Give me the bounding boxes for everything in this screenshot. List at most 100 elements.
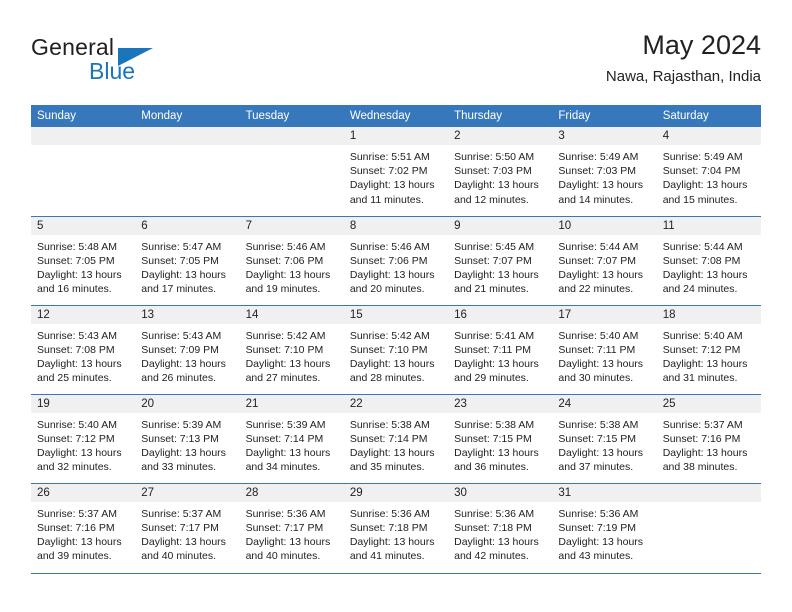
sunset-text: Sunset: 7:15 PM: [558, 432, 637, 445]
page-title: May 2024: [642, 30, 761, 60]
sunrise-text: Sunrise: 5:37 AM: [37, 507, 117, 520]
day-cell-content: 2 Sunrise: 5:50 AM Sunset: 7:03 PM Daylight…: [448, 127, 553, 216]
calendar-day-cell[interactable]: 4 Sunrise: 5:49 AM Sunset: 7:04 PM Daylight…: [656, 127, 761, 216]
day-number: 11: [656, 216, 761, 235]
day-sun-info: Sunrise: 5:41 AM Sunset: 7:11 PM Daylight:…: [448, 324, 552, 386]
sunset-text: Sunset: 7:16 PM: [37, 521, 115, 534]
day-cell-content: 7 Sunrise: 5:46 AM Sunset: 7:06 PM Daylight…: [239, 216, 344, 305]
calendar-day-cell[interactable]: 2 Sunrise: 5:50 AM Sunset: 7:03 PM Daylight…: [448, 127, 553, 216]
daylight-text-line1: Daylight: 13 hours: [245, 268, 331, 281]
daylight-text-line1: Daylight: 13 hours: [349, 535, 435, 548]
page-subtitle: Nawa, Rajasthan, India: [605, 68, 761, 85]
calendar-day-cell[interactable]: 8 Sunrise: 5:46 AM Sunset: 7:06 PM Daylight…: [343, 215, 449, 305]
sunset-text: Sunset: 7:15 PM: [454, 432, 532, 445]
daylight-text-line1: Daylight: 13 hours: [454, 357, 539, 370]
sunrise-text: Sunrise: 5:42 AM: [245, 329, 326, 342]
day-number: 9: [448, 216, 553, 235]
day-cell-content: 22 Sunrise: 5:38 AM Sunset: 7:14 PM Dayligh…: [343, 394, 449, 483]
calendar-day-cell[interactable]: 22 Sunrise: 5:38 AM Sunset: 7:14 PM Dayligh…: [343, 393, 449, 483]
day-number: 8: [343, 216, 449, 235]
daylight-text-line1: Daylight: 13 hours: [141, 268, 226, 281]
day-number: [135, 127, 240, 145]
sunset-text: Sunset: 7:03 PM: [454, 165, 532, 178]
calendar-day-cell[interactable]: 13 Sunrise: 5:43 AM Sunset: 7:09 PM Dayligh…: [135, 304, 240, 394]
calendar-day-cell[interactable]: 19 Sunrise: 5:40 AM Sunset: 7:12 PM Dayligh…: [31, 393, 136, 483]
daylight-text-line2: and 15 minutes.: [662, 193, 738, 206]
sunrise-text: Sunrise: 5:49 AM: [558, 151, 639, 163]
calendar-day-cell[interactable]: 6 Sunrise: 5:47 AM Sunset: 7:05 PM Daylight…: [135, 215, 240, 305]
daylight-text-line2: and 42 minutes.: [454, 550, 529, 563]
generalblue-logo[interactable]: General Blue: [31, 34, 231, 86]
day-cell-content: 18 Sunrise: 5:40 AM Sunset: 7:12 PM Dayligh…: [656, 305, 761, 394]
daylight-text-line1: Daylight: 13 hours: [141, 535, 226, 548]
sunrise-text: Sunrise: 5:45 AM: [454, 240, 535, 253]
sunset-text: Sunset: 7:11 PM: [558, 343, 636, 356]
calendar-day-cell[interactable]: 3 Sunrise: 5:49 AM Sunset: 7:03 PM Daylight…: [552, 127, 657, 216]
title-block: May 2024 Nawa, Rajasthan, India: [606, 28, 761, 88]
calendar-grid: Sunday Monday Tuesday Wednesday Thursday…: [31, 105, 761, 572]
calendar-day-cell[interactable]: 30 Sunrise: 5:36 AM Sunset: 7:18 PM Dayligh…: [448, 482, 553, 572]
day-cell-content: 3 Sunrise: 5:49 AM Sunset: 7:03 PM Daylight…: [552, 127, 657, 216]
calendar-day-cell[interactable]: 21 Sunrise: 5:39 AM Sunset: 7:14 PM Dayligh…: [239, 393, 344, 483]
calendar-day-cell[interactable]: 23 Sunrise: 5:38 AM Sunset: 7:15 PM Dayligh…: [448, 393, 553, 483]
calendar-day-cell[interactable]: 27 Sunrise: 5:37 AM Sunset: 7:17 PM Dayligh…: [135, 482, 240, 573]
daylight-text-line1: Daylight: 13 hours: [662, 357, 748, 370]
sunrise-text: Sunrise: 5:44 AM: [558, 240, 639, 253]
daylight-text-line2: and 31 minutes.: [662, 372, 738, 385]
sunrise-text: Sunrise: 5:46 AM: [349, 240, 430, 253]
sunrise-text: Sunrise: 5:38 AM: [349, 418, 430, 431]
daylight-text-line1: Daylight: 13 hours: [245, 357, 331, 370]
sunset-text: Sunset: 7:10 PM: [349, 343, 428, 356]
sunset-text: Sunset: 7:11 PM: [454, 343, 531, 356]
calendar-day-cell-empty: [656, 482, 761, 572]
daylight-text-line1: Daylight: 13 hours: [454, 535, 539, 548]
day-cell-content: 12 Sunrise: 5:43 AM Sunset: 7:08 PM Dayligh…: [31, 305, 136, 394]
calendar-day-cell[interactable]: 29 Sunrise: 5:36 AM Sunset: 7:18 PM Dayligh…: [343, 482, 449, 572]
daylight-text-line1: Daylight: 13 hours: [662, 446, 748, 459]
daylight-text-line1: Daylight: 13 hours: [349, 446, 435, 459]
sunrise-text: Sunrise: 5:38 AM: [454, 418, 535, 431]
daylight-text-line2: and 39 minutes.: [37, 550, 112, 563]
calendar-day-cell[interactable]: 1 Sunrise: 5:51 AM Sunset: 7:02 PM Daylight…: [343, 127, 449, 216]
calendar-day-cell[interactable]: 10 Sunrise: 5:44 AM Sunset: 7:07 PM Dayligh…: [552, 215, 657, 305]
daylight-text-line1: Daylight: 13 hours: [349, 357, 435, 370]
daylight-text-line2: and 19 minutes.: [245, 283, 321, 296]
daylight-text-line2: and 36 minutes.: [454, 461, 529, 474]
day-cell-content: 13 Sunrise: 5:43 AM Sunset: 7:09 PM Dayligh…: [135, 305, 240, 394]
calendar-day-cell[interactable]: 20 Sunrise: 5:39 AM Sunset: 7:13 PM Dayligh…: [135, 393, 240, 483]
day-number: 25: [656, 394, 761, 413]
calendar-day-cell[interactable]: 18 Sunrise: 5:40 AM Sunset: 7:12 PM Dayligh…: [656, 304, 761, 394]
calendar-day-cell[interactable]: 15 Sunrise: 5:42 AM Sunset: 7:10 PM Dayligh…: [343, 304, 449, 394]
calendar-day-cell[interactable]: 31 Sunrise: 5:36 AM Sunset: 7:19 PM Dayligh…: [552, 482, 657, 572]
daylight-text-line2: and 20 minutes.: [349, 283, 425, 296]
calendar-day-cell[interactable]: 28 Sunrise: 5:36 AM Sunset: 7:17 PM Dayligh…: [239, 482, 344, 572]
calendar-day-cell[interactable]: 11 Sunrise: 5:44 AM Sunset: 7:08 PM Dayligh…: [656, 215, 761, 305]
calendar-day-cell[interactable]: 14 Sunrise: 5:42 AM Sunset: 7:10 PM Dayligh…: [239, 304, 344, 394]
calendar-day-cell[interactable]: 7 Sunrise: 5:46 AM Sunset: 7:06 PM Daylight…: [239, 215, 344, 305]
calendar-day-cell[interactable]: 12 Sunrise: 5:43 AM Sunset: 7:08 PM Dayligh…: [31, 304, 136, 394]
sunrise-text: Sunrise: 5:40 AM: [558, 329, 639, 342]
day-number: 31: [552, 483, 657, 502]
day-number: 18: [656, 305, 761, 324]
calendar-day-cell[interactable]: 25 Sunrise: 5:37 AM Sunset: 7:16 PM Dayligh…: [656, 393, 761, 483]
daylight-text-line2: and 28 minutes.: [349, 372, 425, 385]
daylight-text-line1: Daylight: 13 hours: [245, 446, 331, 459]
day-number: 24: [552, 394, 657, 413]
calendar-day-cell[interactable]: 16 Sunrise: 5:41 AM Sunset: 7:11 PM Dayligh…: [448, 304, 553, 394]
calendar-day-cell-empty: [135, 127, 240, 216]
sunset-text: Sunset: 7:06 PM: [245, 254, 324, 267]
weekday-header-monday: Monday: [135, 105, 240, 127]
calendar-day-cell[interactable]: 5 Sunrise: 5:48 AM Sunset: 7:05 PM Daylight…: [31, 215, 136, 305]
day-cell-content: 27 Sunrise: 5:37 AM Sunset: 7:17 PM Dayligh…: [135, 483, 240, 573]
calendar-day-cell[interactable]: 9 Sunrise: 5:45 AM Sunset: 7:07 PM Daylight…: [448, 215, 553, 305]
calendar-day-cell[interactable]: 24 Sunrise: 5:38 AM Sunset: 7:15 PM Dayligh…: [552, 393, 657, 483]
daylight-text-line2: and 17 minutes.: [141, 283, 216, 296]
daylight-text-line1: Daylight: 13 hours: [558, 446, 644, 459]
daylight-text-line2: and 24 minutes.: [662, 283, 738, 296]
calendar-day-cell[interactable]: 17 Sunrise: 5:40 AM Sunset: 7:11 PM Dayligh…: [552, 304, 657, 394]
day-number: 22: [343, 394, 449, 413]
daylight-text-line2: and 33 minutes.: [141, 461, 216, 474]
daylight-text-line1: Daylight: 13 hours: [245, 535, 331, 548]
calendar-day-cell[interactable]: 26 Sunrise: 5:37 AM Sunset: 7:16 PM Dayligh…: [31, 482, 136, 572]
daylight-text-line2: and 27 minutes.: [245, 372, 321, 385]
